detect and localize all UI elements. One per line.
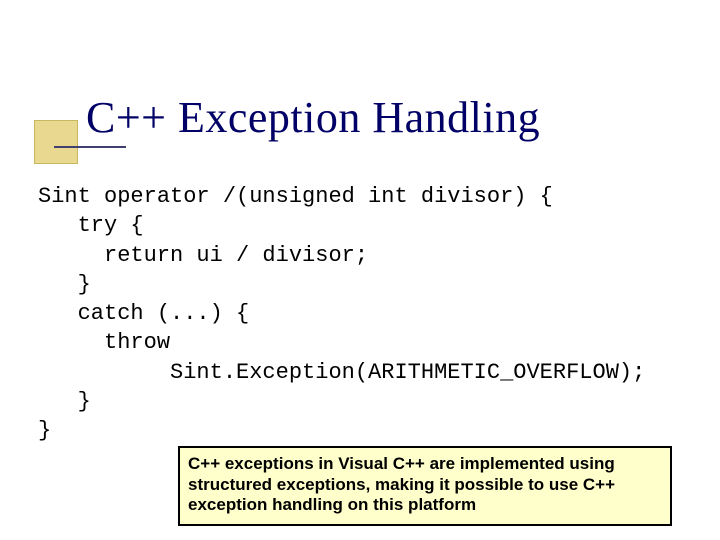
- note-callout: C++ exceptions in Visual C++ are impleme…: [178, 446, 672, 526]
- title-area: C++ Exception Handling: [40, 92, 540, 143]
- code-line-6: throw: [38, 330, 170, 355]
- slide: C++ Exception Handling Sint operator /(u…: [0, 0, 720, 540]
- note-text: C++ exceptions in Visual C++ are impleme…: [188, 454, 662, 516]
- code-line-4: }: [38, 272, 91, 297]
- code-block: Sint operator /(unsigned int divisor) { …: [38, 182, 645, 445]
- code-line-7: Sint.Exception(ARITHMETIC_OVERFLOW);: [38, 360, 645, 385]
- code-line-2: try {: [38, 213, 144, 238]
- code-line-5: catch (...) {: [38, 301, 249, 326]
- code-line-8: }: [38, 389, 91, 414]
- title-underline: [54, 146, 126, 148]
- slide-title: C++ Exception Handling: [86, 93, 540, 142]
- code-line-9: }: [38, 418, 51, 443]
- title-shadow-box: [34, 120, 78, 164]
- code-line-1: Sint operator /(unsigned int divisor) {: [38, 184, 553, 209]
- code-line-3: return ui / divisor;: [38, 243, 368, 268]
- title-decoration: C++ Exception Handling: [40, 92, 540, 143]
